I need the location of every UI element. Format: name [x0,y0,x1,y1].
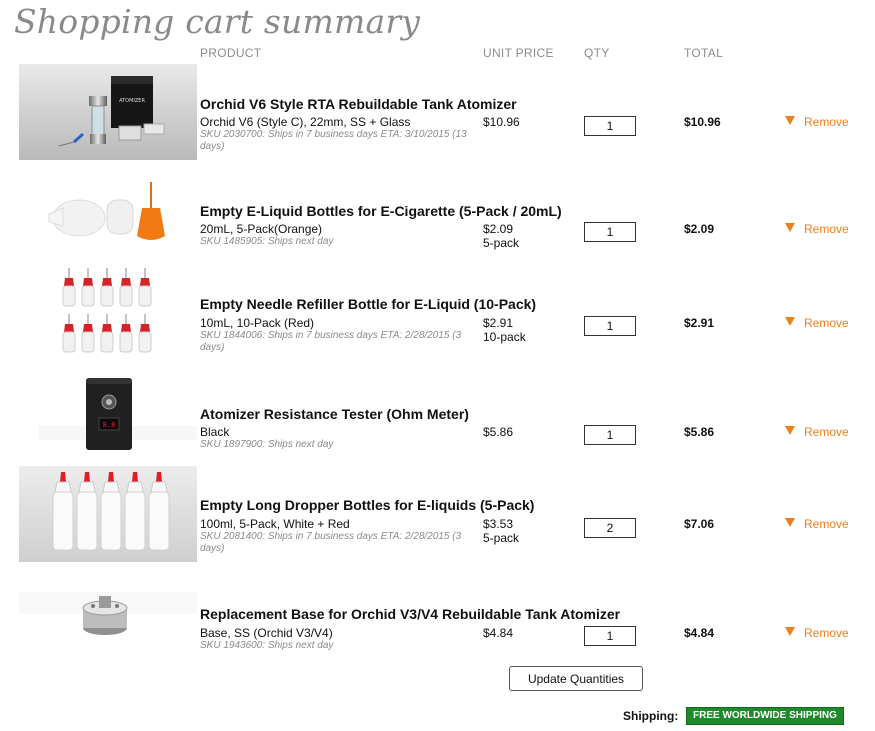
svg-text:8.8: 8.8 [103,421,116,429]
line-total: $5.86 [684,425,715,439]
column-header-unit-price: UNIT PRICE [483,46,554,60]
product-shipping-meta: SKU 1844006: Ships in 7 business days ET… [200,330,462,353]
product-variant: 20mL, 5-Pack(Orange) [200,222,323,236]
product-name[interactable]: Replacement Base for Orchid V3/V4 Rebuil… [200,606,620,622]
column-header-qty: QTY [584,46,610,60]
line-total: $2.09 [684,222,715,236]
product-variant: Black [200,425,230,439]
remove-label: Remove [804,517,849,531]
orange-down-triangle-icon [785,317,795,326]
quantity-input[interactable] [584,116,636,136]
shipping-label: Shipping: [623,709,679,723]
line-total: $10.96 [684,115,721,129]
product-name[interactable]: Empty Needle Refiller Bottle for E-Liqui… [200,296,536,312]
product-name[interactable]: Atomizer Resistance Tester (Ohm Meter) [200,406,469,422]
svg-text:ATOMIZER: ATOMIZER [119,98,145,104]
cart-item: Empty E-Liquid Bottles for E-Cigarette (… [0,172,875,272]
product-shipping-meta: SKU 1485905: Ships next day [200,236,334,247]
unit-price: $3.53 [483,517,514,531]
unit-price: $5.86 [483,425,514,439]
column-header-total: TOTAL [684,46,724,60]
remove-label: Remove [804,316,849,330]
unit-price: $2.91 [483,316,514,330]
quantity-input[interactable] [584,518,636,538]
product-variant: Base, SS (Orchid V3/V4) [200,626,333,640]
product-shipping-meta: SKU 1943600: Ships next day [200,640,334,651]
orange-down-triangle-icon [785,426,795,435]
cart-item: ATOMIZER Orchid V6 Style RTA Rebuildable… [0,64,875,164]
unit-price: $4.84 [483,626,514,640]
pack-size: 5-pack [483,531,520,545]
quantity-input[interactable] [584,222,636,242]
orange-down-triangle-icon [785,627,795,636]
product-variant: 10mL, 10-Pack (Red) [200,316,315,330]
quantity-input[interactable] [584,425,636,445]
unit-price: $2.09 [483,222,514,236]
remove-button[interactable]: Remove [785,115,849,129]
product-shipping-meta: SKU 1897900: Ships next day [200,439,334,450]
remove-button[interactable]: Remove [785,222,849,236]
cart-item: 8.8 Atomizer Resistance Tester (Ohm Mete… [0,370,875,470]
free-shipping-badge: FREE WORLDWIDE SHIPPING [686,707,844,725]
product-image-ohm-meter[interactable]: 8.8 [19,372,197,456]
product-variant: 100ml, 5-Pack, White + Red [200,517,350,531]
remove-label: Remove [804,626,849,640]
product-shipping-meta: SKU 2081400: Ships in 7 business days ET… [200,531,462,554]
quantity-input[interactable] [584,626,636,646]
remove-label: Remove [804,222,849,236]
product-name[interactable]: Empty E-Liquid Bottles for E-Cigarette (… [200,203,562,219]
remove-button[interactable]: Remove [785,626,849,640]
page-title: Shopping cart summary [14,2,421,41]
unit-price: $10.96 [483,115,520,129]
product-variant: Orchid V6 (Style C), 22mm, SS + Glass [200,115,411,129]
product-image-replacement-base[interactable] [19,578,197,648]
pack-size: 5-pack [483,236,520,250]
column-header-product: PRODUCT [200,46,262,60]
line-total: $4.84 [684,626,715,640]
product-name[interactable]: Orchid V6 Style RTA Rebuildable Tank Ato… [200,96,517,112]
line-total: $7.06 [684,517,715,531]
product-image-needle-bottles[interactable] [19,264,197,356]
product-image-atomizer[interactable]: ATOMIZER [19,64,197,160]
update-quantities-button[interactable]: Update Quantities [509,666,643,691]
cart-item: Empty Long Dropper Bottles for E-liquids… [0,464,875,564]
remove-button[interactable]: Remove [785,425,849,439]
quantity-input[interactable] [584,316,636,336]
cart-item: Empty Needle Refiller Bottle for E-Liqui… [0,262,875,362]
product-image-dropper-bottles[interactable] [19,466,197,562]
remove-label: Remove [804,115,849,129]
orange-down-triangle-icon [785,518,795,527]
product-image-eliquid-bottles[interactable] [19,178,197,260]
orange-down-triangle-icon [785,223,795,232]
orange-down-triangle-icon [785,116,795,125]
product-name[interactable]: Empty Long Dropper Bottles for E-liquids… [200,497,534,513]
pack-size: 10-pack [483,330,526,344]
product-shipping-meta: SKU 2030700: Ships in 7 business days ET… [200,129,467,152]
cart-item: Replacement Base for Orchid V3/V4 Rebuil… [0,572,875,672]
remove-label: Remove [804,425,849,439]
line-total: $2.91 [684,316,715,330]
remove-button[interactable]: Remove [785,517,849,531]
remove-button[interactable]: Remove [785,316,849,330]
